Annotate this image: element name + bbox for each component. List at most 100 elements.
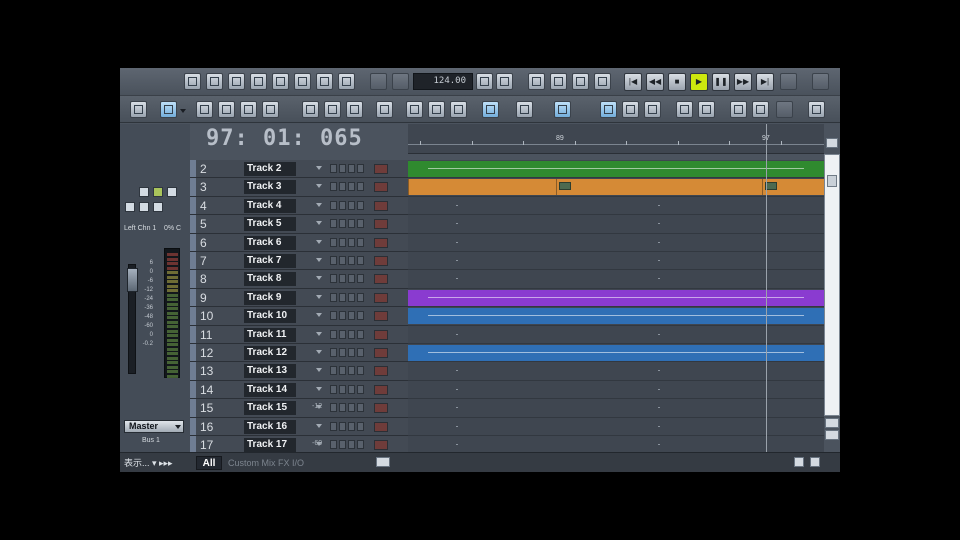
zoom-horizontal-button[interactable]: [794, 457, 804, 467]
solo-icon[interactable]: [339, 329, 346, 339]
track-select-strip[interactable]: [190, 252, 196, 270]
record-arm-icon[interactable]: [348, 403, 355, 413]
toolbar-button-3[interactable]: [228, 73, 245, 90]
track-select-strip[interactable]: [190, 436, 196, 452]
track-select-strip[interactable]: [190, 380, 196, 399]
stop-icon[interactable]: ■: [668, 73, 686, 91]
track-name[interactable]: Track 16: [244, 419, 296, 434]
track-expand-icon[interactable]: [316, 184, 322, 190]
track-lane[interactable]: [408, 234, 824, 252]
view-button-9[interactable]: [808, 101, 825, 118]
tool-button-4[interactable]: [240, 101, 257, 118]
clip[interactable]: [408, 289, 824, 306]
view-button-5[interactable]: [698, 101, 715, 118]
clip[interactable]: [556, 179, 762, 196]
rewind-icon[interactable]: ◀◀: [646, 73, 664, 91]
track-expand-icon[interactable]: [316, 258, 322, 264]
track-row[interactable]: 7 Track 7: [190, 252, 408, 271]
track-name[interactable]: Track 7: [244, 254, 296, 268]
record-arm-icon[interactable]: [348, 292, 355, 302]
track-select-strip[interactable]: [190, 178, 196, 196]
record-arm-icon[interactable]: [348, 219, 355, 229]
track-name[interactable]: Track 9: [244, 290, 296, 305]
record-arm-icon[interactable]: [348, 274, 355, 284]
toolbar-button-10[interactable]: [392, 73, 409, 90]
monitor-icon[interactable]: [357, 292, 364, 302]
clip[interactable]: [408, 179, 556, 196]
go-to-end-icon[interactable]: ▶|: [756, 73, 774, 91]
track-expand-icon[interactable]: [316, 368, 322, 374]
solo-icon[interactable]: [339, 421, 346, 431]
track-name[interactable]: Track 14: [244, 382, 296, 397]
monitor-icon[interactable]: [357, 440, 364, 449]
toolbar-button-1[interactable]: [184, 73, 201, 90]
mute-icon[interactable]: [330, 440, 337, 449]
solo-icon[interactable]: [339, 311, 346, 321]
track-name[interactable]: Track 3: [244, 180, 296, 195]
track-select-strip[interactable]: [190, 307, 196, 325]
track-lane[interactable]: [408, 252, 824, 271]
track-name[interactable]: Track 5: [244, 217, 296, 232]
track-row[interactable]: 10 Track 10: [190, 307, 408, 326]
monitor-icon[interactable]: [357, 366, 364, 376]
bottom-scroll-button[interactable]: [376, 457, 390, 467]
inspector-button-3[interactable]: [167, 187, 177, 197]
toolbar-button-4[interactable]: [250, 73, 267, 90]
mute-icon[interactable]: [330, 311, 337, 321]
mute-icon[interactable]: [330, 237, 337, 247]
track-lane[interactable]: [408, 399, 824, 418]
toolbar-button-11[interactable]: [528, 73, 545, 90]
snap-button[interactable]: [482, 101, 499, 118]
view-menu[interactable]: 表示... ▾ ▸▸▸: [124, 456, 173, 470]
track-expand-icon[interactable]: [316, 166, 322, 172]
track-lane[interactable]: [408, 418, 824, 436]
playhead[interactable]: [766, 124, 767, 454]
track-expand-icon[interactable]: [316, 423, 322, 430]
mute-icon[interactable]: [330, 274, 337, 284]
track-expand-icon[interactable]: [316, 239, 322, 246]
record-arm-icon[interactable]: [348, 384, 355, 394]
track-select-strip[interactable]: [190, 288, 196, 307]
tool-button-3[interactable]: [218, 101, 235, 118]
view-button-1[interactable]: [600, 101, 617, 118]
mute-icon[interactable]: [330, 403, 337, 413]
track-select-strip[interactable]: [190, 417, 196, 435]
tool-button-1[interactable]: [130, 101, 147, 118]
tool-button-13[interactable]: [516, 101, 533, 118]
track-expand-icon[interactable]: [316, 331, 322, 338]
timeline-ruler[interactable]: 89 97: [408, 124, 824, 154]
fader-handle[interactable]: [127, 268, 138, 292]
solo-icon[interactable]: [339, 292, 346, 302]
view-button-7[interactable]: [752, 101, 769, 118]
record-arm-icon[interactable]: [348, 200, 355, 210]
track-row[interactable]: 2 Track 2: [190, 160, 408, 179]
track-row[interactable]: 17 Track 17 -60: [190, 436, 408, 452]
track-select-strip[interactable]: [190, 344, 196, 362]
tool-button-8[interactable]: [346, 101, 363, 118]
tab-all[interactable]: All: [196, 456, 222, 470]
track-row[interactable]: 5 Track 5: [190, 215, 408, 234]
tool-button-6[interactable]: [302, 101, 319, 118]
grid-button[interactable]: [554, 101, 571, 118]
toolbar-button-7[interactable]: [316, 73, 333, 90]
track-name[interactable]: Track 15: [244, 401, 296, 416]
chevron-down-icon[interactable]: [180, 109, 186, 113]
toolbar-button-15[interactable]: [812, 73, 829, 90]
mute-icon[interactable]: [330, 421, 337, 431]
track-select-strip[interactable]: [190, 215, 196, 233]
record-arm-icon[interactable]: [348, 311, 355, 321]
tool-button-5[interactable]: [262, 101, 279, 118]
ruler-corner-button[interactable]: [826, 138, 838, 148]
toolbar-button-6[interactable]: [294, 73, 311, 90]
toolbar-button-2[interactable]: [206, 73, 223, 90]
record-arm-icon[interactable]: [348, 329, 355, 339]
track-select-strip[interactable]: [190, 399, 196, 417]
record-arm-icon[interactable]: [348, 256, 355, 265]
monitor-icon[interactable]: [357, 348, 364, 357]
solo-icon[interactable]: [339, 384, 346, 394]
solo-icon[interactable]: [339, 200, 346, 210]
toolbar-button-13[interactable]: [572, 73, 589, 90]
track-lane[interactable]: [408, 362, 824, 381]
metronome-button[interactable]: [476, 73, 493, 90]
track-row[interactable]: 13 Track 13: [190, 362, 408, 381]
